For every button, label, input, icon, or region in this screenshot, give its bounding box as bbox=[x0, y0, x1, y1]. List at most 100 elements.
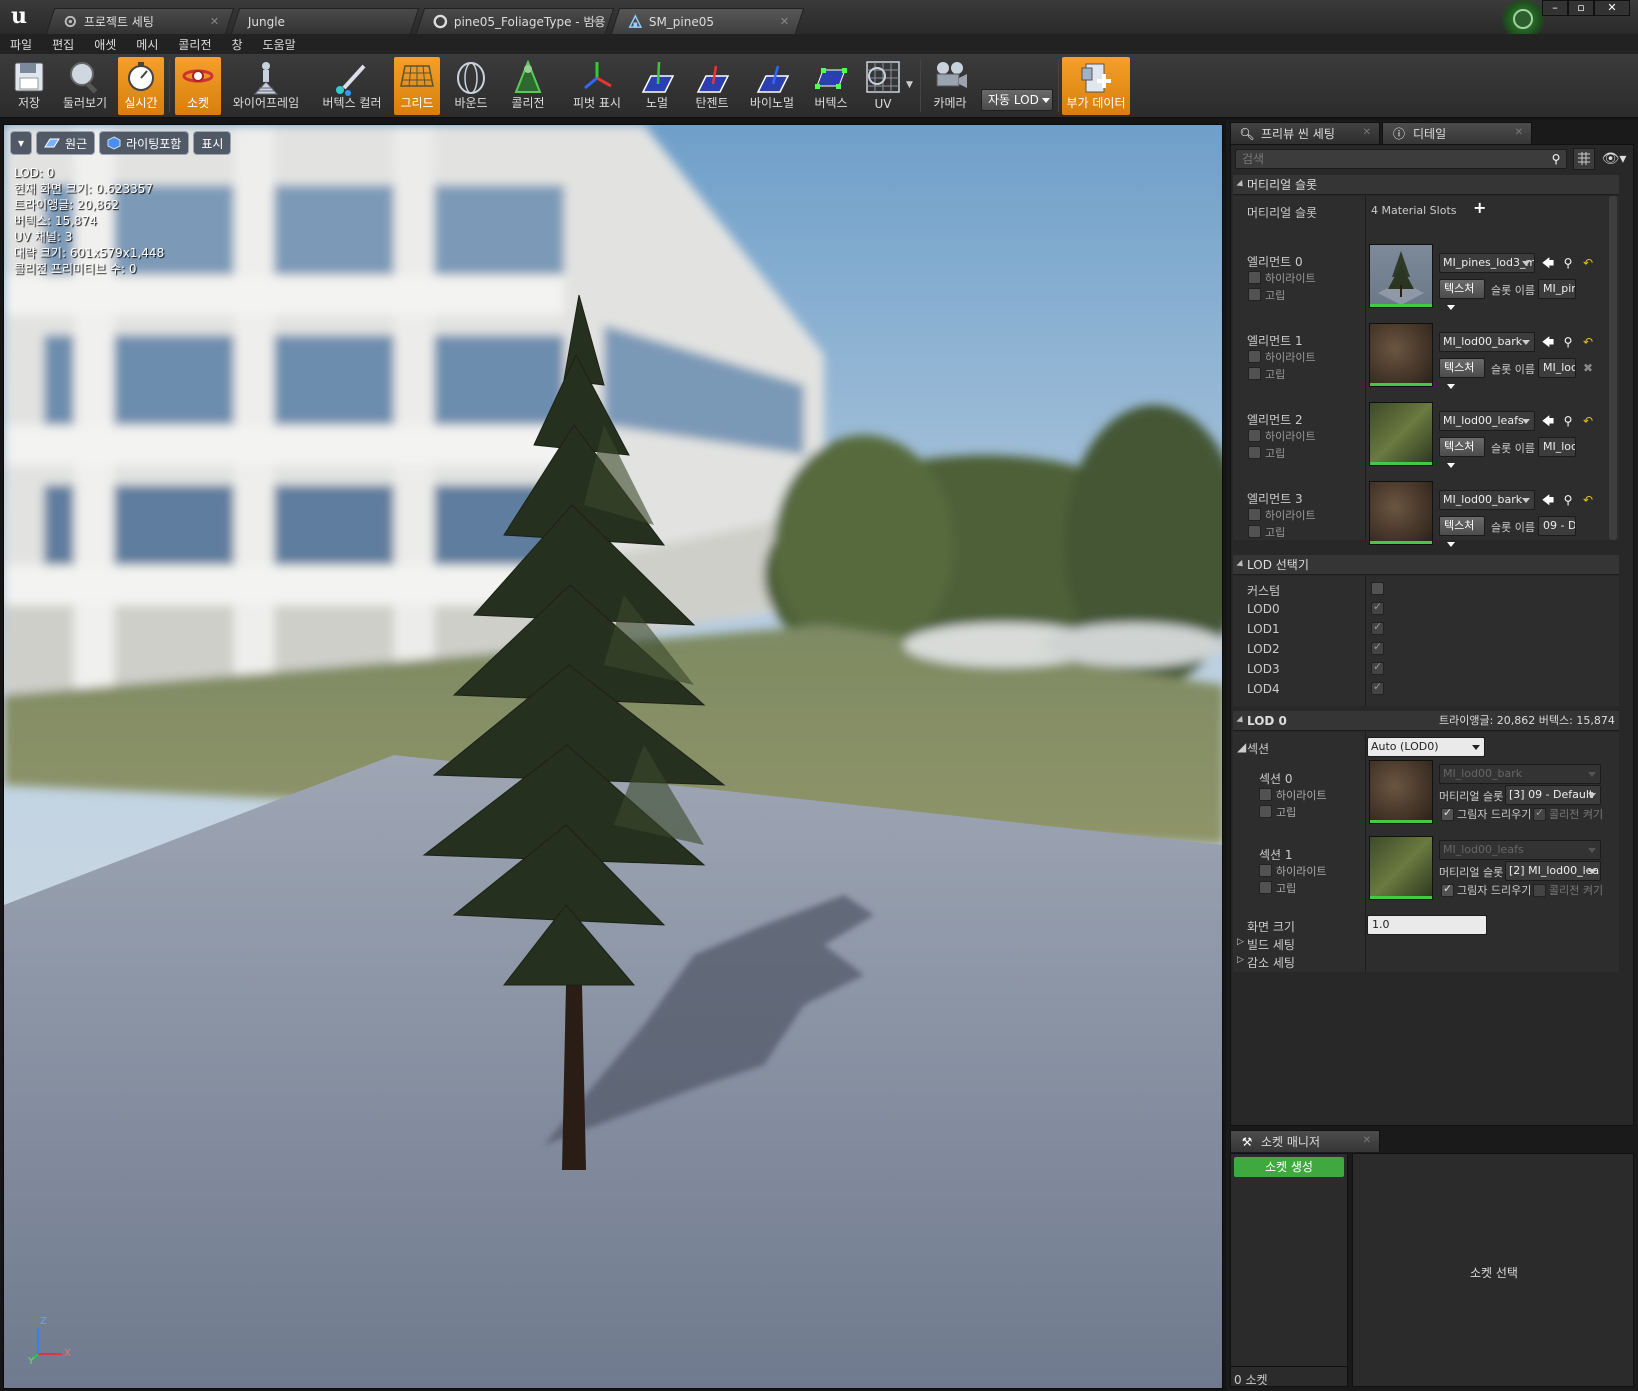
tab-foliage-type[interactable]: pine05_FoliageType - 범용 ✕ bbox=[415, 8, 615, 34]
search-icon[interactable]: ⚲ bbox=[1549, 152, 1563, 166]
unreal-logo-icon[interactable]: u bbox=[4, 2, 34, 32]
element-2-material-dropdown[interactable]: MI_lod00_leafs bbox=[1439, 411, 1535, 431]
lod0-section-header[interactable]: LOD 0 트라이앵글: 20,862 버텍스: 15,874 bbox=[1233, 711, 1619, 731]
sections-lod-dropdown[interactable]: Auto (LOD0) bbox=[1367, 737, 1485, 757]
tab-sm-pine05[interactable]: SM_pine05 ✕ bbox=[610, 8, 805, 34]
section-0-cast-shadow-checkbox[interactable] bbox=[1441, 806, 1454, 821]
use-selected-arrow-icon[interactable]: 🡄 bbox=[1541, 493, 1555, 507]
viewport-options-menu-button[interactable]: ▾ bbox=[10, 131, 33, 155]
lod-custom-checkbox[interactable] bbox=[1371, 582, 1384, 595]
browse-asset-icon[interactable]: ⚲ bbox=[1561, 256, 1575, 270]
show-flags-button[interactable]: 표시 bbox=[193, 131, 232, 155]
element-2-isolate-checkbox[interactable] bbox=[1248, 446, 1261, 459]
close-icon[interactable]: ✕ bbox=[210, 15, 219, 28]
tab-preview-scene-settings[interactable]: 🔍︎ 프리뷰 씬 세팅 ✕ bbox=[1230, 122, 1380, 144]
lod0-checkbox[interactable] bbox=[1371, 600, 1384, 615]
element-3-material-dropdown[interactable]: MI_lod00_bark bbox=[1439, 490, 1535, 510]
lod4-checkbox[interactable] bbox=[1371, 680, 1384, 695]
element-0-isolate-checkbox[interactable] bbox=[1248, 288, 1261, 301]
additional-data-button[interactable]: 부가 데이터 bbox=[1062, 57, 1130, 115]
eye-visibility-icon[interactable]: 👁︎▾ bbox=[1601, 152, 1627, 166]
source-control-icon[interactable] bbox=[1498, 0, 1548, 38]
section-1-material-slot-dropdown[interactable]: [2] MI_lod00_lea bbox=[1505, 861, 1601, 881]
browse-asset-icon[interactable]: ⚲ bbox=[1561, 414, 1575, 428]
element-1-material-thumbnail[interactable] bbox=[1369, 323, 1433, 387]
details-scrollbar[interactable] bbox=[1609, 196, 1617, 540]
lod3-checkbox[interactable] bbox=[1371, 660, 1384, 675]
section-1-cast-shadow-checkbox[interactable] bbox=[1441, 882, 1454, 897]
use-selected-arrow-icon[interactable]: 🡄 bbox=[1541, 414, 1555, 428]
close-icon[interactable]: ✕ bbox=[1515, 127, 1523, 138]
pivot-button[interactable]: 피벗 표시 bbox=[566, 57, 628, 115]
close-icon[interactable]: ✕ bbox=[780, 15, 789, 28]
element-1-material-dropdown[interactable]: MI_lod00_bark bbox=[1439, 332, 1535, 352]
lod-picker-section-header[interactable]: LOD 선택기 bbox=[1233, 555, 1619, 575]
wireframe-button[interactable]: 와이어프레임 bbox=[230, 57, 302, 115]
socket-list[interactable]: 소켓 생성 0 소켓 bbox=[1230, 1153, 1348, 1387]
sockets-button[interactable]: 소켓 bbox=[175, 57, 221, 115]
minimize-button[interactable]: – bbox=[1542, 0, 1568, 16]
property-matrix-button[interactable] bbox=[1573, 148, 1595, 170]
section-1-highlight-checkbox[interactable] bbox=[1259, 864, 1272, 877]
element-3-isolate-checkbox[interactable] bbox=[1248, 525, 1261, 538]
tab-socket-manager[interactable]: ⚒ 소켓 매니저 ✕ bbox=[1230, 1130, 1380, 1152]
use-selected-arrow-icon[interactable]: 🡄 bbox=[1541, 335, 1555, 349]
reset-to-default-icon[interactable]: ↶ bbox=[1581, 256, 1595, 270]
details-search-input[interactable]: 검색 bbox=[1235, 149, 1567, 169]
menu-window[interactable]: 창 bbox=[232, 36, 243, 53]
vertices-button[interactable]: 버텍스 bbox=[806, 57, 856, 115]
element-0-highlight-checkbox[interactable] bbox=[1248, 271, 1261, 284]
section-0-collision-checkbox[interactable] bbox=[1533, 806, 1546, 821]
close-icon[interactable]: ✕ bbox=[1363, 1135, 1371, 1146]
tangents-button[interactable]: 탄젠트 bbox=[686, 57, 738, 115]
element-0-slot-name-input[interactable]: MI_pir bbox=[1538, 279, 1576, 299]
uv-button[interactable]: UV bbox=[860, 57, 906, 115]
element-2-highlight-checkbox[interactable] bbox=[1248, 429, 1261, 442]
build-settings-label[interactable]: 빌드 세팅 bbox=[1247, 936, 1295, 953]
browse-asset-icon[interactable]: ⚲ bbox=[1561, 493, 1575, 507]
uv-dropdown-arrow-icon[interactable]: ▼ bbox=[906, 80, 913, 90]
element-2-material-thumbnail[interactable] bbox=[1369, 402, 1433, 466]
browse-asset-icon[interactable]: ⚲ bbox=[1561, 335, 1575, 349]
element-1-highlight-checkbox[interactable] bbox=[1248, 350, 1261, 363]
section-0-isolate-checkbox[interactable] bbox=[1259, 805, 1272, 818]
section-0-highlight-checkbox[interactable] bbox=[1259, 788, 1272, 801]
save-button[interactable]: 저장 bbox=[6, 57, 52, 115]
collision-button[interactable]: 콜리전 bbox=[502, 57, 554, 115]
section-1-isolate-checkbox[interactable] bbox=[1259, 881, 1272, 894]
reduction-settings-expand-icon[interactable]: ▷ bbox=[1237, 955, 1244, 965]
section-1-material-thumbnail[interactable] bbox=[1369, 836, 1433, 900]
tab-project-settings[interactable]: 프로젝트 세팅 ✕ bbox=[45, 8, 235, 34]
sections-expand-arrow-icon[interactable]: ◢ bbox=[1237, 740, 1246, 754]
tab-jungle[interactable]: Jungle bbox=[230, 8, 420, 34]
menu-mesh[interactable]: 메시 bbox=[136, 36, 158, 53]
menu-edit[interactable]: 편집 bbox=[52, 36, 74, 53]
build-settings-expand-icon[interactable]: ▷ bbox=[1237, 937, 1244, 947]
lighting-mode-button[interactable]: 라이팅포함 bbox=[99, 131, 190, 155]
reduction-settings-label[interactable]: 감소 세팅 bbox=[1247, 954, 1295, 971]
element-3-textures-button[interactable]: 텍스처 bbox=[1439, 516, 1485, 547]
element-0-material-thumbnail[interactable] bbox=[1369, 244, 1433, 308]
element-0-textures-button[interactable]: 텍스처 bbox=[1439, 279, 1485, 310]
material-slots-section-header[interactable]: 머티리얼 슬롯 bbox=[1233, 175, 1619, 195]
element-0-material-dropdown[interactable]: MI_pines_lod3_m bbox=[1439, 253, 1535, 273]
element-3-highlight-checkbox[interactable] bbox=[1248, 508, 1261, 521]
menu-asset[interactable]: 애셋 bbox=[94, 36, 116, 53]
tab-details[interactable]: ⓘ 디테일 ✕ bbox=[1382, 122, 1532, 144]
vertex-color-button[interactable]: 버텍스 컬러 bbox=[316, 57, 388, 115]
browse-button[interactable]: 둘러보기 bbox=[56, 57, 114, 115]
realtime-button[interactable]: 실시간 bbox=[118, 57, 164, 115]
menu-collision[interactable]: 콜리전 bbox=[178, 36, 211, 53]
section-0-material-slot-dropdown[interactable]: [3] 09 - Default bbox=[1505, 785, 1601, 805]
element-3-slot-name-input[interactable]: 09 - D bbox=[1538, 516, 1576, 536]
use-selected-arrow-icon[interactable]: 🡄 bbox=[1541, 256, 1555, 270]
binormals-button[interactable]: 바이노멀 bbox=[742, 57, 802, 115]
add-material-slot-icon[interactable]: + bbox=[1473, 198, 1486, 217]
element-1-textures-button[interactable]: 텍스처 bbox=[1439, 358, 1485, 389]
element-2-textures-button[interactable]: 텍스처 bbox=[1439, 437, 1485, 468]
menu-help[interactable]: 도움말 bbox=[263, 36, 296, 53]
view-mode-button[interactable]: 원근 bbox=[36, 131, 96, 155]
close-window-button[interactable]: ✕ bbox=[1594, 0, 1630, 16]
create-socket-button[interactable]: 소켓 생성 bbox=[1234, 1157, 1344, 1177]
element-2-slot-name-input[interactable]: MI_loc bbox=[1538, 437, 1576, 457]
